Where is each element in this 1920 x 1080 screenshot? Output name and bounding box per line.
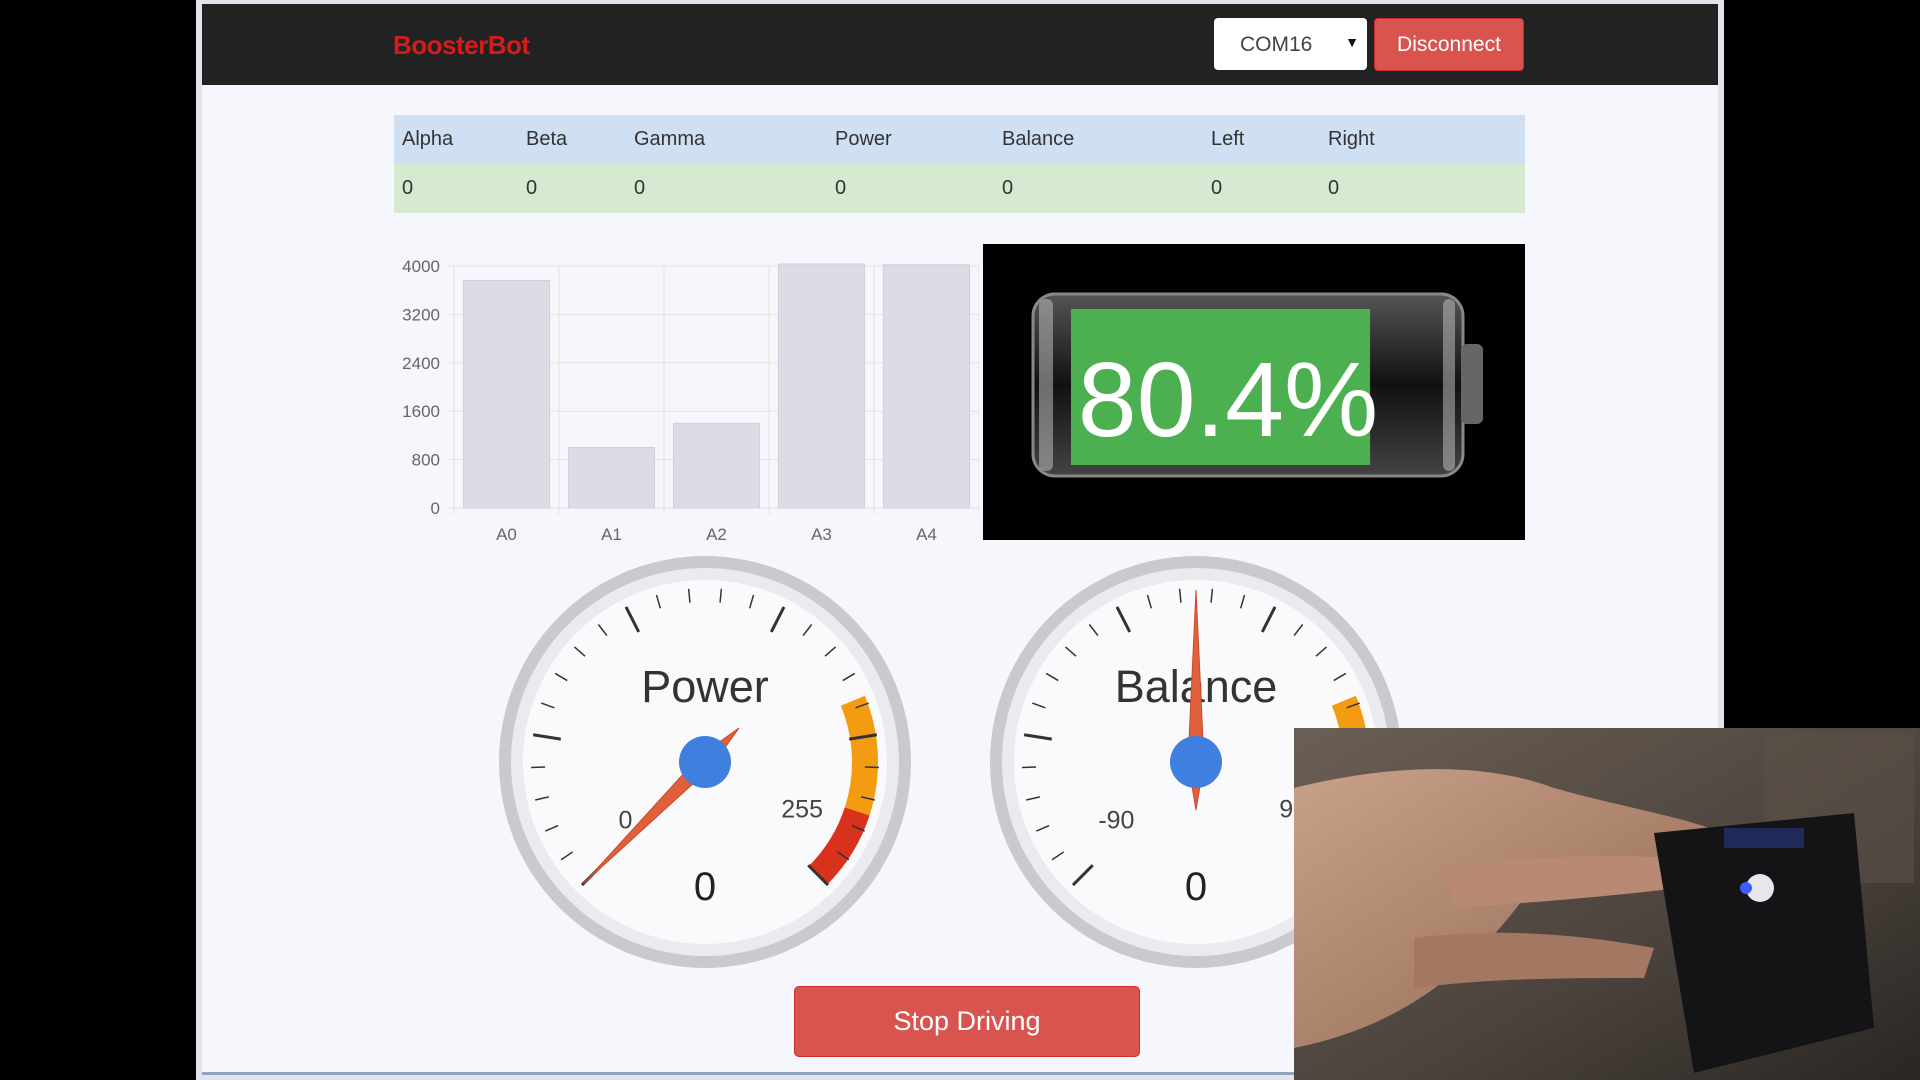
header-left: Left bbox=[1203, 115, 1320, 164]
navbar: BoosterBot COM16 ▼ Disconnect bbox=[202, 4, 1718, 85]
bar-a3 bbox=[777, 263, 866, 509]
port-select-value: COM16 bbox=[1240, 33, 1313, 56]
value-balance: 0 bbox=[994, 164, 1203, 213]
y-tick-label: 1600 bbox=[402, 402, 440, 421]
value-beta: 0 bbox=[518, 164, 626, 213]
gauge-min-label: -90 bbox=[1098, 806, 1134, 834]
webcam-overlay bbox=[1294, 728, 1920, 1080]
webcam-led bbox=[1740, 882, 1752, 894]
header-right: Right bbox=[1320, 115, 1525, 164]
gauge-max-label: 255 bbox=[781, 795, 823, 823]
header-beta: Beta bbox=[518, 115, 626, 164]
bar-a4 bbox=[882, 264, 971, 509]
bar-a2 bbox=[672, 422, 761, 509]
battery-graphic: 80.4% bbox=[1031, 292, 1483, 478]
battery-terminal bbox=[1461, 344, 1483, 424]
battery-left-highlight bbox=[1039, 299, 1053, 471]
y-tick-label: 800 bbox=[412, 451, 440, 470]
y-tick-label: 0 bbox=[431, 499, 440, 518]
analog-bar-chart: 0 800 1600 2400 3200 4000 A0 A1 A2 A3 A4 bbox=[402, 257, 979, 544]
gauge-value: 0 bbox=[694, 865, 716, 909]
y-tick-label: 3200 bbox=[402, 305, 440, 324]
telemetry-table: Alpha Beta Gamma Power Balance Left Righ… bbox=[394, 115, 1525, 213]
disconnect-button[interactable]: Disconnect bbox=[1374, 18, 1524, 71]
gauge-min-label: 0 bbox=[618, 806, 632, 834]
telemetry-header-row: Alpha Beta Gamma Power Balance Left Righ… bbox=[394, 115, 1525, 164]
webcam-image bbox=[1294, 728, 1920, 1080]
gauge-hub bbox=[1170, 736, 1222, 788]
y-tick-label: 4000 bbox=[402, 257, 440, 276]
battery-right-highlight bbox=[1443, 299, 1455, 471]
gauge-zone bbox=[840, 695, 878, 816]
caret-down-icon: ▼ bbox=[1345, 34, 1359, 50]
gauge-value: 0 bbox=[1185, 865, 1207, 909]
x-tick-label: A1 bbox=[601, 525, 622, 544]
value-power: 0 bbox=[827, 164, 994, 213]
telemetry-value-row: 0 0 0 0 0 0 0 bbox=[394, 164, 1525, 213]
webcam-controller-screen bbox=[1724, 828, 1804, 848]
header-power: Power bbox=[827, 115, 994, 164]
bar-a1 bbox=[567, 447, 656, 509]
header-balance: Balance bbox=[994, 115, 1203, 164]
port-select[interactable]: COM16 ▼ bbox=[1214, 18, 1367, 70]
bar-a0 bbox=[462, 280, 551, 509]
value-right: 0 bbox=[1320, 164, 1525, 213]
x-tick-label: A3 bbox=[811, 525, 832, 544]
value-alpha: 0 bbox=[394, 164, 518, 213]
x-tick-label: A2 bbox=[706, 525, 727, 544]
battery-panel: 80.4% bbox=[983, 244, 1525, 540]
header-gamma: Gamma bbox=[626, 115, 827, 164]
battery-percent: 80.4% bbox=[1078, 341, 1379, 459]
x-tick-label: A0 bbox=[496, 525, 517, 544]
x-tick-label: A4 bbox=[916, 525, 937, 544]
value-left: 0 bbox=[1203, 164, 1320, 213]
power-gauge: Power 0 255 0 bbox=[499, 556, 911, 968]
brand-logo[interactable]: BoosterBot bbox=[393, 30, 530, 61]
gauge-hub bbox=[679, 736, 731, 788]
stop-driving-button[interactable]: Stop Driving bbox=[794, 986, 1140, 1057]
gauge-title: Power bbox=[641, 661, 769, 712]
value-gamma: 0 bbox=[626, 164, 827, 213]
y-tick-label: 2400 bbox=[402, 354, 440, 373]
header-alpha: Alpha bbox=[394, 115, 518, 164]
